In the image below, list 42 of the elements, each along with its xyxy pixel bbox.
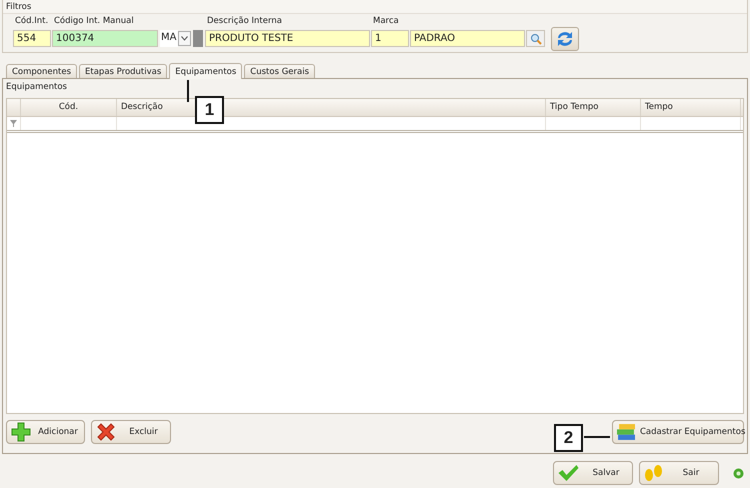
input-field[interactable]: PADRAO [410, 30, 525, 47]
tab[interactable]: Etapas Produtivas [79, 64, 168, 78]
callout-number: 2 [554, 424, 583, 452]
chevron-icon [181, 36, 188, 41]
search-icon [530, 32, 542, 44]
books-icon [617, 424, 635, 440]
add-button[interactable]: Adicionar [6, 420, 85, 444]
input-field[interactable]: 1 [371, 30, 409, 47]
help-icon[interactable] [733, 468, 744, 478]
panel-title: Filtros [3, 0, 747, 14]
filter-icon[interactable] [10, 120, 17, 127]
save-button[interactable]: Salvar [553, 461, 633, 485]
input-field[interactable]: 554 [13, 30, 51, 47]
input-field[interactable]: 100374 [52, 30, 158, 47]
dropdown-field[interactable]: MA [160, 30, 178, 47]
column-header[interactable]: Tipo Tempo [546, 99, 641, 116]
search-button[interactable] [526, 30, 545, 47]
close-icon [96, 422, 116, 442]
column-header[interactable]: Tempo [641, 99, 741, 116]
dropdown-button[interactable] [178, 31, 191, 46]
field-label: Código Int. Manual [53, 16, 135, 27]
section-title: Equipamentos [6, 81, 67, 94]
plus-icon [11, 422, 31, 442]
tab[interactable]: Custos Gerais [244, 64, 316, 78]
input-field[interactable]: PRODUTO TESTE [205, 30, 370, 47]
tab[interactable]: Componentes [6, 64, 78, 78]
field-label: Descrição Interna [206, 16, 283, 27]
callout-number: 1 [195, 96, 224, 124]
tab[interactable]: Equipamentos [169, 63, 242, 79]
color-swatch [193, 30, 203, 47]
exit-button[interactable]: Sair [639, 461, 719, 485]
leader-line [584, 436, 610, 438]
footprints-icon [644, 465, 663, 481]
delete-button[interactable]: Excluir [91, 420, 171, 444]
field-label: Cód.Int. [14, 16, 50, 27]
refresh-button[interactable] [551, 27, 579, 51]
refresh-icon [555, 30, 575, 48]
column-header[interactable]: Cód. [21, 99, 117, 116]
field-label: Marca [372, 16, 400, 27]
register-button[interactable]: Cadastrar Equipamentos [612, 420, 744, 444]
checkmark-icon [558, 465, 579, 481]
leader-line [187, 80, 189, 102]
